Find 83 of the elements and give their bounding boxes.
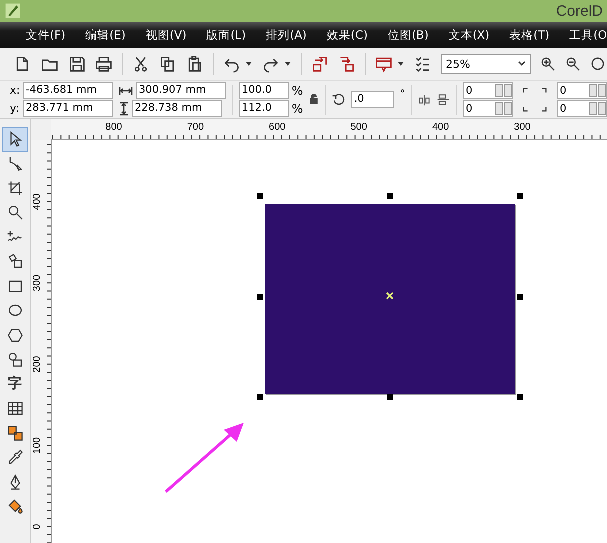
crop-icon: [6, 180, 24, 197]
ruler-label: 700: [187, 122, 204, 133]
number-spinner[interactable]: 0: [463, 100, 514, 117]
menu-item[interactable]: 版面(L): [186, 28, 246, 42]
menu-item[interactable]: 排列(A): [246, 28, 307, 42]
pick-tool[interactable]: [2, 127, 28, 152]
caret-icon[interactable]: [397, 60, 405, 68]
selection-handle[interactable]: [517, 394, 523, 400]
table-icon: [6, 400, 24, 418]
ruler-label: 300: [32, 274, 43, 292]
import-icon[interactable]: [311, 55, 329, 73]
ruler-label: 600: [269, 122, 286, 133]
number-spinner[interactable]: 0: [463, 82, 514, 99]
rotate-icon: [332, 92, 346, 106]
menu-item[interactable]: 位图(B): [368, 28, 429, 42]
shapes-icon: [6, 351, 24, 368]
percent-sign: %: [292, 84, 304, 98]
caret-icon[interactable]: [245, 60, 253, 68]
print-icon[interactable]: [95, 55, 113, 73]
menu-item[interactable]: 文件(F): [6, 28, 66, 42]
y-label: y:: [10, 102, 20, 115]
menu-item[interactable]: 工具(O: [550, 28, 607, 42]
menu-item[interactable]: 文本(X): [428, 28, 490, 42]
blend-icon: [6, 424, 24, 442]
width-arrows-icon: [119, 86, 133, 96]
mirror-horizontal-icon[interactable]: [418, 92, 432, 106]
selection-handle[interactable]: [257, 294, 263, 300]
fill-icon: [6, 498, 24, 516]
menu-item[interactable]: 视图(V): [126, 28, 187, 42]
caret-icon: [518, 60, 526, 68]
selection-handle[interactable]: [387, 394, 393, 400]
smartfill-icon: [6, 253, 24, 270]
selection-handle[interactable]: [257, 193, 263, 199]
height-field[interactable]: 228.738 mm: [132, 100, 222, 117]
rotation-field[interactable]: .0: [351, 91, 394, 108]
selection-handle[interactable]: [517, 193, 523, 199]
x-position-field[interactable]: -463.681 mm: [23, 82, 113, 99]
window-title: CorelD: [556, 2, 603, 20]
ruler-label: 400: [432, 122, 450, 133]
scale-y-field[interactable]: 112.0: [238, 100, 289, 117]
ruler-label: 400: [32, 194, 43, 210]
caret-icon[interactable]: [284, 60, 292, 68]
checklist-icon[interactable]: [414, 55, 432, 73]
x-label: x:: [10, 84, 20, 97]
app-logo-icon: [4, 2, 22, 20]
ruler-label: 500: [350, 122, 368, 133]
percent-sign: %: [292, 102, 304, 116]
scale-x-field[interactable]: 100.0: [238, 82, 289, 99]
ruler-label: 100: [32, 437, 43, 454]
paste-icon[interactable]: [186, 55, 204, 73]
width-field[interactable]: 300.907 mm: [136, 82, 226, 99]
zoom-in-icon[interactable]: [540, 56, 556, 72]
y-position-field[interactable]: 283.771 mm: [23, 100, 113, 117]
zoom-icon: [6, 204, 24, 222]
menu-item[interactable]: 效果(C): [306, 28, 368, 42]
ruler-label: 300: [514, 122, 531, 133]
height-arrows-icon: [119, 102, 129, 116]
zoom-level-dropdown[interactable]: 25%: [441, 54, 531, 74]
zoom-to-page-icon[interactable]: [590, 56, 606, 72]
save-icon[interactable]: [68, 55, 86, 73]
center-mark-icon: [386, 292, 394, 300]
ruler-label: 800: [106, 122, 122, 133]
copy-icon[interactable]: [159, 55, 177, 73]
text-tool[interactable]: 字: [2, 372, 28, 396]
number-spinner[interactable]: 0: [557, 82, 607, 99]
ruler-label: 0: [32, 524, 43, 530]
degree-sign: °: [400, 89, 406, 100]
publish-icon[interactable]: [375, 55, 393, 73]
number-spinner[interactable]: 0: [557, 100, 607, 117]
ruler-label: 200: [32, 356, 43, 373]
corner-brackets-icon: [523, 88, 548, 112]
menu-item[interactable]: 表格(T): [490, 28, 550, 42]
lock-icon[interactable]: [309, 94, 320, 105]
polygon-icon: [6, 326, 24, 344]
mirror-vertical-icon[interactable]: [437, 92, 450, 106]
selection-handle[interactable]: [517, 294, 523, 300]
selection-handle[interactable]: [257, 394, 263, 400]
eyedropper-icon: [6, 449, 24, 466]
cut-icon[interactable]: [132, 55, 150, 73]
export-icon[interactable]: [338, 55, 356, 73]
menu-item[interactable]: 编辑(E): [66, 28, 126, 42]
zoom-out-icon[interactable]: [565, 56, 581, 72]
selection-handle[interactable]: [387, 193, 393, 199]
